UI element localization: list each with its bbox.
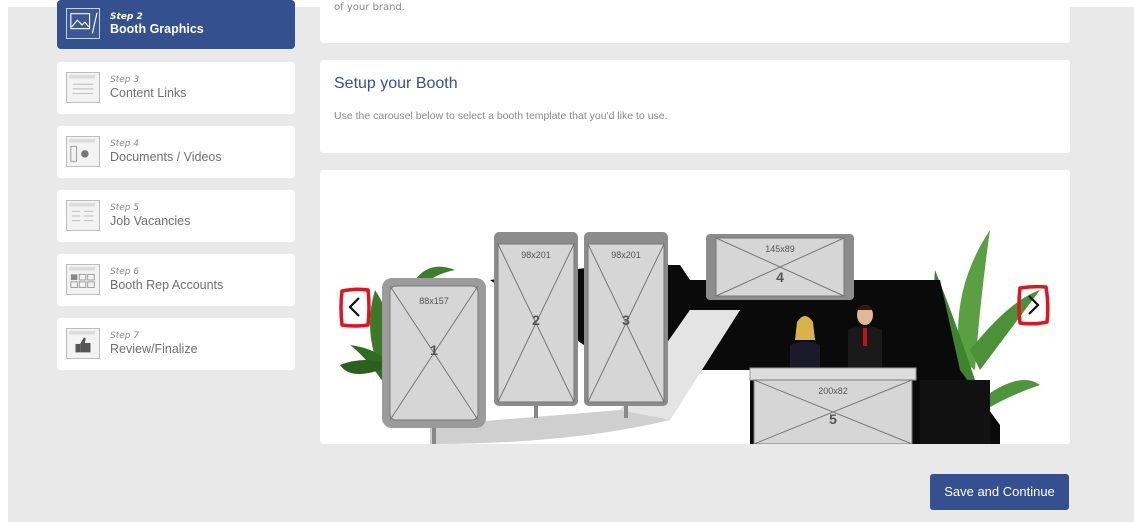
step-title: Job Vacancies xyxy=(110,214,191,228)
brand-info-text: of your brand. xyxy=(334,2,405,13)
save-and-continue-button[interactable]: Save and Continue xyxy=(930,474,1069,510)
booth-panel-4: 145x89 4 xyxy=(706,234,854,300)
panel-1-size: 88x157 xyxy=(419,296,449,306)
step-title: Documents / Videos xyxy=(110,150,222,164)
sidebar-step-review-finalize[interactable]: Step 7 Review/Finalize xyxy=(57,318,295,370)
sidebar-step-booth-graphics[interactable]: Step 2 Booth Graphics xyxy=(57,0,295,49)
panel-1-number: 1 xyxy=(430,342,438,358)
step-number: Step 2 xyxy=(110,12,143,22)
booth-panel-5: 200x82 5 xyxy=(749,367,917,444)
list-icon xyxy=(66,200,100,231)
panel-3-number: 3 xyxy=(622,312,630,328)
carousel-next-button[interactable] xyxy=(1016,283,1050,327)
chevron-left-icon xyxy=(339,287,371,328)
sidebar-step-job-vacancies[interactable]: Step 5 Job Vacancies xyxy=(57,190,295,242)
document-lines-icon xyxy=(66,72,100,103)
sidebar-step-content-links[interactable]: Step 3 Content Links xyxy=(57,62,295,114)
step-number: Step 7 xyxy=(110,331,140,341)
section-title: Setup your Booth xyxy=(334,75,458,92)
section-description: Use the carousel below to select a booth… xyxy=(334,110,668,122)
carousel-prev-button[interactable] xyxy=(338,285,372,329)
step-number: Step 5 xyxy=(110,203,140,213)
sidebar-step-booth-rep-accounts[interactable]: Step 6 Booth Rep Accounts xyxy=(57,254,295,306)
step-number: Step 6 xyxy=(110,267,140,277)
image-icon xyxy=(66,8,100,39)
panel-4-size: 145x89 xyxy=(765,244,795,254)
sidebar-step-documents-videos[interactable]: Step 4 Documents / Videos xyxy=(57,126,295,178)
step-number: Step 4 xyxy=(110,139,140,149)
step-number: Step 3 xyxy=(110,75,140,85)
brand-info-card: of your brand. xyxy=(320,0,1070,43)
panel-3-size: 98x201 xyxy=(611,250,641,260)
step-title: Content Links xyxy=(110,86,187,100)
booth-panel-3: 98x201 3 xyxy=(584,232,668,418)
accounts-grid-icon xyxy=(66,264,100,295)
step-title: Booth Rep Accounts xyxy=(110,278,224,292)
step-title: Booth Graphics xyxy=(110,22,204,36)
booth-panel-1: 88x157 1 xyxy=(382,278,486,444)
panel-2-size: 98x201 xyxy=(521,250,551,260)
setup-booth-card: Setup your Booth Use the carousel below … xyxy=(320,60,1070,153)
step-title: Review/Finalize xyxy=(110,342,198,356)
panel-2-number: 2 xyxy=(532,312,540,328)
thumbs-up-icon xyxy=(66,328,100,359)
chevron-right-icon xyxy=(1017,284,1050,326)
panel-5-size: 200x82 xyxy=(818,386,848,396)
media-icon xyxy=(66,136,100,167)
booth-carousel: 88x157 1 98x201 2 98x201 3 145x89 4 200x… xyxy=(320,170,1070,444)
booth-template-illustration: 88x157 1 98x201 2 98x201 3 145x89 4 200x… xyxy=(340,230,1040,444)
panel-5-number: 5 xyxy=(829,411,837,427)
booth-panel-2: 98x201 2 xyxy=(494,232,578,418)
panel-4-number: 4 xyxy=(776,269,784,285)
